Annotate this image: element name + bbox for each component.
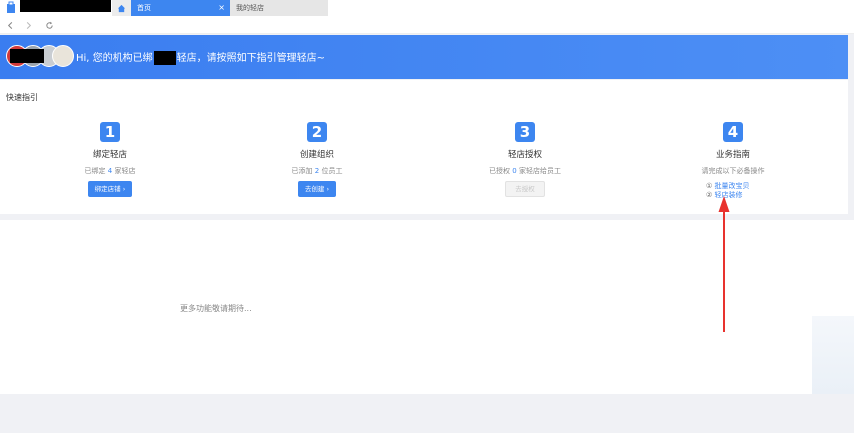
tab-close-icon[interactable]: × [218, 0, 225, 16]
refresh-icon [45, 21, 53, 29]
step-description: 已添加 2 位员工 [291, 167, 343, 175]
redacted-avatar-block [10, 49, 44, 63]
forward-button[interactable] [22, 19, 34, 31]
step-title: 轻店授权 [507, 150, 542, 160]
step-number-icon: 3 [515, 122, 535, 142]
tab-bar: 首页 × 我的轻店 [0, 0, 854, 16]
avatar-group [6, 45, 74, 67]
batch-edit-items-link[interactable]: 批量改宝贝 [715, 182, 750, 190]
avatar [52, 45, 74, 67]
guide-links: ① 批量改宝贝 ② 轻店装修 [673, 182, 793, 200]
redacted-count [153, 51, 176, 65]
tab-my-store[interactable]: 我的轻店 [230, 0, 328, 16]
step-title: 绑定轻店 [92, 150, 127, 160]
bind-store-button[interactable]: 绑定店铺 › [87, 181, 133, 197]
quick-guide-title: 快速指引 [6, 93, 38, 102]
guide-step-create-org: 2 创建组织 已添加 2 位员工 去创建 › [257, 122, 377, 197]
create-org-button[interactable]: 去创建 › [297, 181, 337, 197]
welcome-banner: Hi, 您的机构已绑 轻店，请按照如下指引管理轻店~ [0, 35, 848, 79]
home-icon [117, 4, 126, 12]
step-title: 创建组织 [299, 150, 334, 160]
guide-step-authorize: 3 轻店授权 已授权 0 家轻店给员工 去授权 [465, 122, 585, 197]
refresh-button[interactable] [43, 19, 55, 31]
banner-greeting-suffix: 轻店，请按照如下指引管理轻店~ [176, 53, 326, 64]
step-description: 已授权 0 家轻店给员工 [489, 167, 561, 175]
authorize-button[interactable]: 去授权 [505, 181, 545, 197]
banner-greeting: Hi, 您的机构已绑 轻店，请按照如下指引管理轻店~ [76, 51, 325, 65]
step-number-icon: 4 [723, 122, 743, 142]
back-button[interactable] [4, 19, 16, 31]
quick-guide-panel: 快速指引 1 绑定轻店 已绑定 4 家轻店 绑定店铺 › 2 创建组织 已添加 … [0, 80, 848, 214]
decorative-illustration [812, 316, 854, 394]
forward-icon [26, 21, 31, 29]
tab-my-store-label: 我的轻店 [236, 4, 264, 12]
red-arrow-annotation [718, 196, 730, 332]
guide-step-bind-store: 1 绑定轻店 已绑定 4 家轻店 绑定店铺 › [50, 122, 170, 197]
banner-greeting-prefix: Hi, 您的机构已绑 [76, 53, 153, 64]
step-number-icon: 2 [307, 122, 327, 142]
tab-home[interactable]: 首页 × [131, 0, 230, 16]
tab-home-label: 首页 [137, 4, 151, 12]
step-number-icon: 1 [100, 122, 120, 142]
guide-step-business-guide: 4 业务指南 请完成以下必备操作 ① 批量改宝贝 ② 轻店装修 [673, 122, 793, 200]
navigation-bar [0, 16, 854, 34]
step-description: 已绑定 4 家轻店 [84, 167, 136, 175]
home-tab[interactable] [112, 0, 131, 16]
guide-link-row: ① 批量改宝贝 [706, 182, 750, 190]
redacted-window-title [20, 0, 111, 12]
app-icon [4, 1, 18, 15]
step-title: 业务指南 [715, 150, 750, 160]
step-description: 请完成以下必备操作 [701, 167, 765, 175]
more-features-text: 更多功能敬请期待... [180, 304, 252, 313]
back-icon [7, 21, 12, 29]
